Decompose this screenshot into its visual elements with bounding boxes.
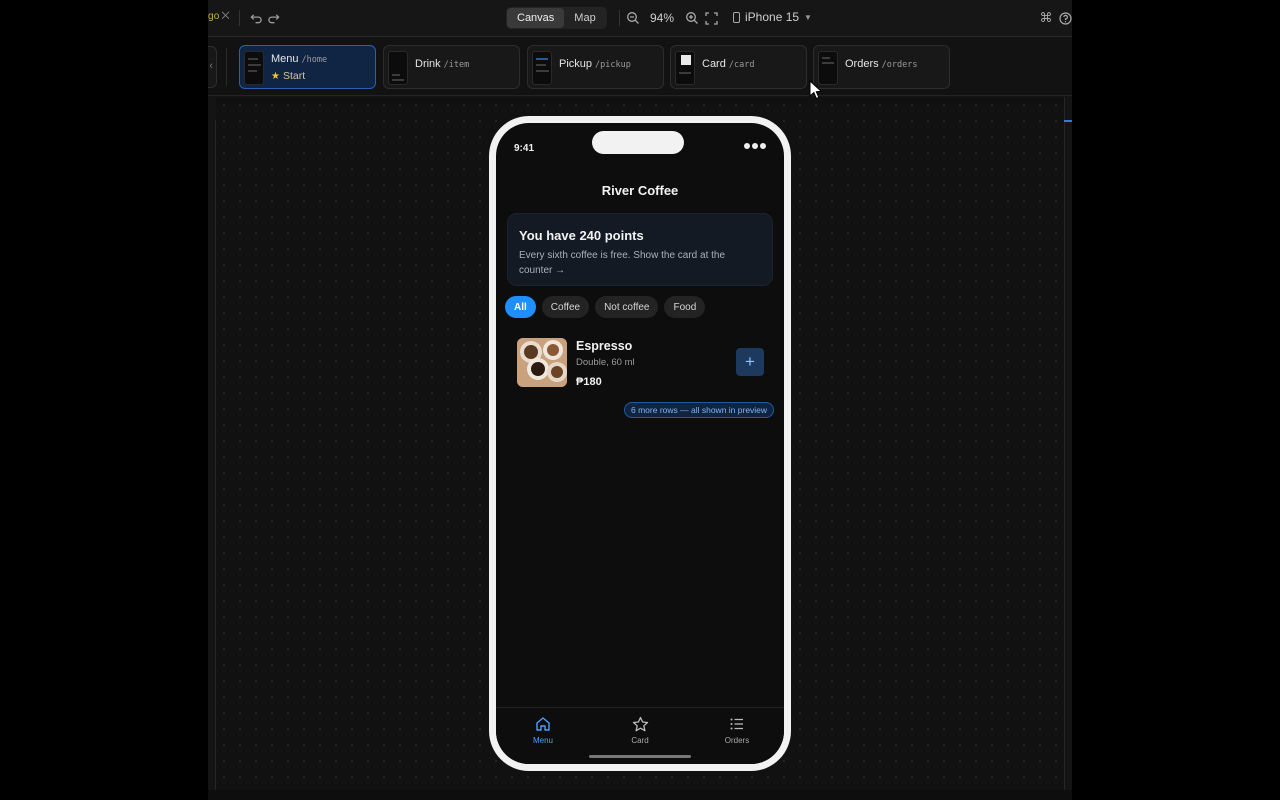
screen-card-title: Card/card	[702, 58, 755, 70]
help-button[interactable]	[1056, 9, 1072, 27]
tab-orders[interactable]: Orders	[702, 715, 772, 745]
view-mode-toggle: Canvas Map	[506, 7, 607, 29]
screen-card-title: Drink/item	[415, 58, 470, 70]
tab-card[interactable]: Card	[605, 715, 675, 745]
category-chip-coffee[interactable]: Coffee	[541, 296, 590, 318]
tab-label: Menu	[532, 736, 553, 745]
start-badge: ★ Start	[271, 70, 306, 82]
zoom-in-icon	[686, 12, 698, 24]
undo-icon	[249, 13, 262, 23]
fit-screen-button[interactable]	[702, 9, 720, 27]
canvas-mode-button[interactable]: Canvas	[507, 8, 565, 28]
points-title: You have 240 points	[519, 228, 644, 243]
app-title: River Coffee	[601, 183, 679, 198]
shortcuts-button[interactable]: ⌘	[1037, 9, 1055, 27]
espresso-photo	[517, 338, 567, 387]
star-icon: ★	[271, 70, 280, 82]
phone-icon	[733, 11, 740, 23]
screens-strip: ‹ Menu/home ★ Start Drink/item Pickup/pic…	[208, 38, 1072, 96]
top-toolbar: go ⨉ Canvas Map 94% iPhone 15 ▼ ⌘	[208, 0, 1072, 37]
screen-thumbnail	[388, 51, 408, 85]
status-indicators	[744, 143, 766, 149]
undo-button[interactable]	[247, 9, 265, 27]
prototype-editor: go ⨉ Canvas Map 94% iPhone 15 ▼ ⌘ ‹ Menu…	[208, 0, 1072, 800]
brand-text: go	[208, 11, 220, 22]
redo-button[interactable]	[264, 9, 282, 27]
category-filters: All Coffee Not coffee Food	[505, 296, 706, 318]
help-icon	[1058, 11, 1072, 25]
points-card[interactable]: You have 240 points Every sixth coffee i…	[507, 213, 773, 286]
zoom-in-button[interactable]	[683, 9, 701, 27]
menu-item-row[interactable]: Espresso Double, 60 ml ₱180 +	[507, 338, 773, 398]
category-chip-not-coffee[interactable]: Not coffee	[595, 296, 659, 318]
zoom-level: 94%	[650, 11, 675, 25]
screen-card-title: Pickup/pickup	[559, 58, 631, 70]
star-icon	[632, 716, 648, 731]
tab-menu[interactable]: Menu	[508, 715, 578, 745]
screen-thumbnail	[532, 51, 552, 85]
screen-card-title: Menu/home	[271, 53, 328, 65]
fullscreen-icon	[704, 11, 718, 25]
chevron-icon: ‹	[209, 60, 213, 72]
zoom-out-button[interactable]	[624, 9, 642, 27]
phone-screen: 9:41 River Coffee You have 240 points Ev…	[496, 123, 784, 764]
canvas-marker	[1064, 120, 1072, 122]
list-icon	[730, 718, 743, 730]
add-to-order-button[interactable]: +	[736, 348, 764, 376]
map-mode-button[interactable]: Map	[564, 8, 605, 28]
more-rows-badge: 6 more rows — all shown in preview	[624, 402, 775, 418]
item-price: ₱180	[576, 376, 602, 388]
dynamic-island	[592, 131, 684, 154]
status-time: 9:41	[514, 143, 535, 154]
command-icon: ⌘	[1039, 10, 1053, 25]
home-indicator	[589, 755, 691, 758]
screen-card-menu[interactable]: Menu/home ★ Start	[239, 45, 376, 89]
canvas-edge	[215, 120, 216, 790]
screen-thumbnail	[244, 51, 264, 85]
category-chip-all[interactable]: All	[505, 296, 536, 318]
category-chip-food[interactable]: Food	[664, 296, 706, 318]
screen-card-orders[interactable]: Orders/orders	[813, 45, 950, 89]
strip-divider	[226, 48, 227, 86]
screen-card-partial[interactable]: ‹	[208, 46, 217, 88]
zoom-out-icon	[627, 12, 639, 24]
canvas-edge	[1064, 97, 1065, 790]
qr-code-icon	[681, 55, 691, 65]
device-selector[interactable]: iPhone 15 ▼	[733, 10, 812, 24]
screen-thumbnail	[675, 51, 695, 85]
points-subtitle: Every sixth coffee is free. Show the car…	[519, 250, 726, 276]
screen-card-card[interactable]: Card/card	[670, 45, 807, 89]
brand-fragment: go ⨉	[208, 11, 230, 22]
eye-off-icon: ⨉	[221, 11, 230, 22]
mouse-cursor-icon	[809, 80, 823, 100]
bottom-strip	[208, 790, 1072, 800]
item-name: Espresso	[576, 339, 633, 353]
phone-frame: 9:41 River Coffee You have 240 points Ev…	[489, 116, 791, 771]
tab-label: Orders	[724, 736, 750, 745]
tab-label: Card	[631, 736, 649, 745]
chevron-down-icon: ▼	[804, 12, 812, 22]
toolbar-divider	[239, 10, 240, 26]
home-icon	[536, 717, 550, 731]
redo-icon	[267, 13, 280, 23]
screen-card-drink[interactable]: Drink/item	[383, 45, 520, 89]
toolbar-divider	[619, 10, 620, 26]
item-description: Double, 60 ml	[576, 357, 635, 368]
device-label: iPhone 15	[745, 10, 800, 24]
screen-card-title: Orders/orders	[845, 58, 918, 70]
screen-card-pickup[interactable]: Pickup/pickup	[527, 45, 664, 89]
